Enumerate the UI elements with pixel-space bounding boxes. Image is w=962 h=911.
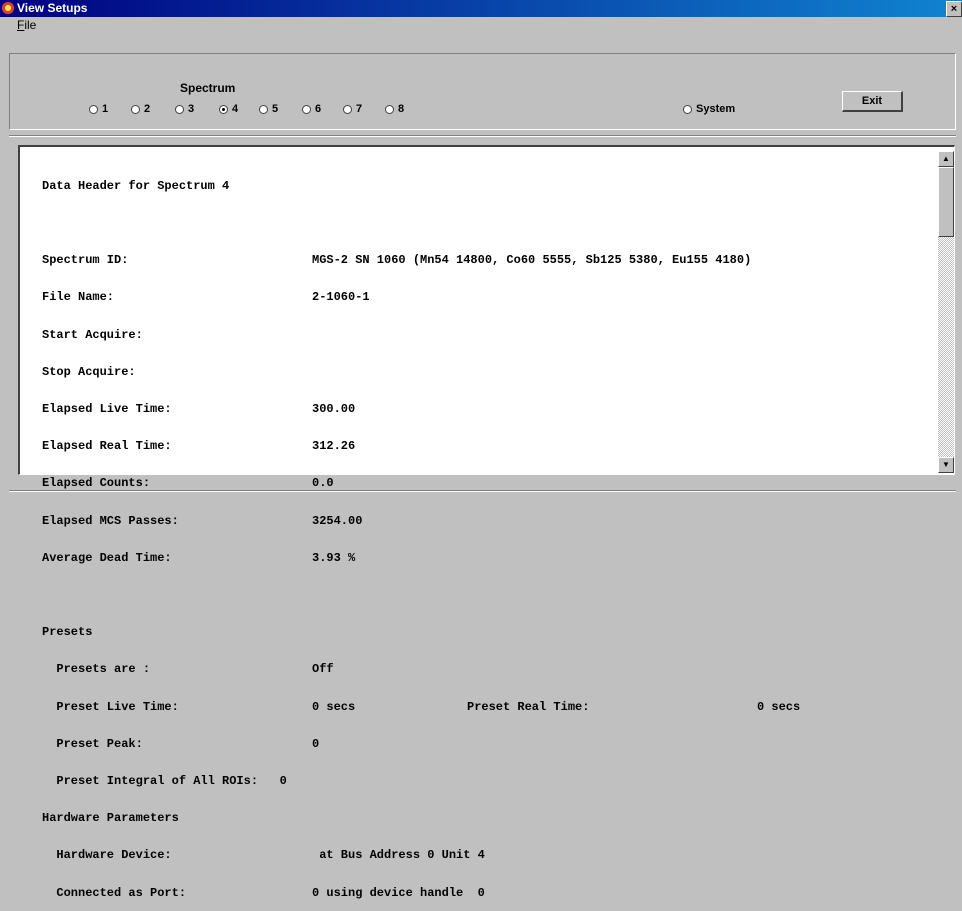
radio-dot-icon [302,104,311,114]
field-label: Start Acquire: [42,327,143,342]
radio-dot-selected-icon [219,104,228,114]
field-label: Elapsed MCS Passes: [42,513,179,528]
close-button[interactable]: × [946,1,962,17]
field-value: 2-1060-1 [312,290,370,305]
field-label: Average Dead Time: [42,550,172,565]
field-label: Elapsed Counts: [42,476,151,491]
menu-file-rest: ile [24,18,37,32]
radio-label: 2 [144,103,151,115]
field-value: 0 using device handle 0 [312,885,485,900]
radio-dot-icon [175,104,184,114]
menu-file[interactable]: File [17,18,36,32]
field-value: 0.0 [312,476,334,491]
radio-dot-icon [259,104,268,114]
radio-dot-icon [131,104,140,114]
field-label: Stop Acquire: [42,364,136,379]
scroll-thumb[interactable] [938,167,954,237]
field-value: at Bus Address 0 Unit 4 [312,848,485,863]
radio-spectrum-8[interactable]: 8 [385,102,404,116]
radio-system[interactable]: System [683,102,735,116]
radio-spectrum-6[interactable]: 6 [302,102,321,116]
field-value: 3254.00 [312,513,363,528]
field-label: Elapsed Real Time: [42,439,172,454]
exit-button[interactable]: Exit [842,91,903,112]
field-label: Preset Integral of All ROIs: 0 [42,774,287,789]
header-text-content: Data Header for Spectrum 4 Spectrum ID: M… [42,155,932,911]
radio-dot-icon [343,104,352,114]
field-label: File Name: [42,290,115,305]
control-panel [9,53,956,130]
radio-dot-icon [385,104,394,114]
radio-dot-icon [89,104,98,114]
field-label: Connected as Port: [42,885,187,900]
window-title: View Setups [17,1,88,15]
radio-spectrum-2[interactable]: 2 [131,102,150,116]
field-label: Preset Live Time: [42,699,179,714]
radio-label: 8 [398,103,405,115]
radio-label: 3 [188,103,195,115]
hardware-heading: Hardware Parameters [42,811,179,826]
field-label: Spectrum ID: [42,253,129,268]
vertical-scrollbar[interactable]: ▲ ▼ [938,151,954,473]
field-label: Elapsed Live Time: [42,402,172,417]
radio-spectrum-5[interactable]: 5 [259,102,278,116]
field-value: MGS-2 SN 1060 (Mn54 14800, Co60 5555, Sb… [312,253,752,268]
app-icon [2,2,14,14]
scroll-up-icon[interactable]: ▲ [938,151,954,167]
field-label: Preset Peak: [42,736,143,751]
radio-spectrum-3[interactable]: 3 [175,102,194,116]
field-value: Off [312,662,334,677]
field-value: 312.26 [312,439,356,454]
radio-label: 7 [356,103,363,115]
field-value: 0 secs [312,699,356,714]
radio-dot-icon [683,104,692,114]
menu-bar: File [0,17,962,34]
radio-label: 4 [232,103,239,115]
field-value: 3.93 % [312,550,356,565]
header-title: Data Header for Spectrum 4 [42,178,230,193]
spectrum-label: Spectrum [180,81,236,95]
field-label: Hardware Device: [42,848,172,863]
field-label: Preset Real Time: [467,699,590,714]
divider [9,135,956,137]
radio-label: 5 [272,103,279,115]
radio-label: System [696,103,736,115]
radio-spectrum-1[interactable]: 1 [89,102,108,116]
divider [9,490,956,492]
field-value: 0 secs [757,699,801,714]
field-value: 300.00 [312,402,356,417]
title-bar: View Setups × [0,0,962,17]
scroll-down-icon[interactable]: ▼ [938,457,954,473]
radio-spectrum-7[interactable]: 7 [343,102,362,116]
radio-label: 6 [315,103,322,115]
radio-spectrum-4[interactable]: 4 [219,102,238,116]
field-value: 0 [312,736,320,751]
presets-heading: Presets [42,625,93,640]
radio-label: 1 [102,103,109,115]
field-label: Presets are : [42,662,151,677]
